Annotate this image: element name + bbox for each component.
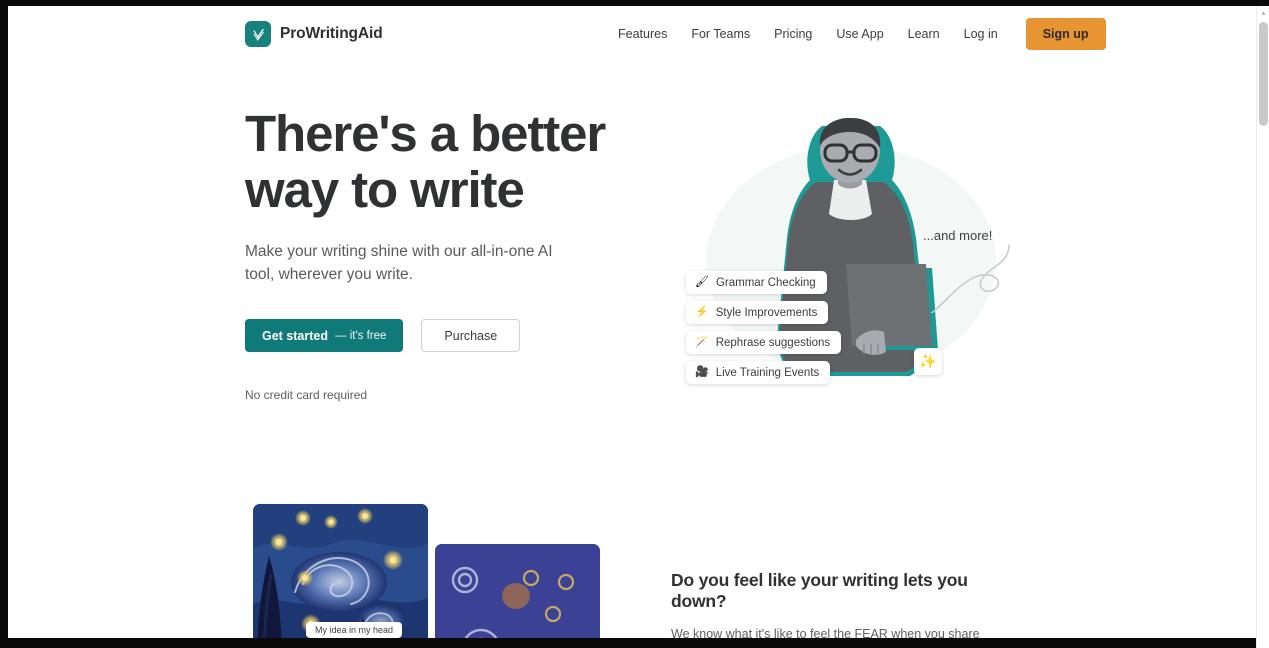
idea-caption-label: My idea in my head [306,622,403,638]
get-started-subtext: — it's free [335,329,387,342]
feature-pill-label: Grammar Checking [715,276,816,289]
simple-drawing-panel [435,544,600,638]
nav-link-pricing[interactable]: Pricing [762,21,824,47]
prowritingaid-logo-icon [245,21,271,47]
scrollbar-thumb[interactable] [1259,22,1268,126]
sign-up-button[interactable]: Sign up [1025,18,1106,50]
hero-illustration: ✨ ...and more! 🖌 Grammar Checking ⚡ Styl… [668,106,1038,436]
purchase-button[interactable]: Purchase [421,319,521,352]
feature-pill-label: Rephrase suggestions [715,336,831,349]
and-more-annotation: ...and more! [923,228,1033,318]
site-header: ProWritingAid Features For Teams Pricing… [8,6,1261,62]
brand-name: ProWritingAid [280,25,383,42]
sparkles-badge-icon: ✨ [914,348,942,375]
writing-lets-you-down-section: My idea in my head Do you feel like your… [8,462,1261,638]
paintbrush-icon: 🖌 [695,276,709,288]
nav-link-features[interactable]: Features [606,21,679,47]
curly-arrow-icon [928,244,1010,316]
starry-night-graphic [253,504,428,638]
feature-pill-label: Style Improvements [715,306,818,319]
hero-copy: There's a better way to write Make your … [245,106,645,402]
feature-pill-grammar-checking: 🖌 Grammar Checking [686,271,827,294]
get-started-button[interactable]: Get started — it's free [245,319,404,352]
and-more-label: ...and more! [923,228,993,243]
feature-pill-list: 🖌 Grammar Checking ⚡ Style Improvements … [686,271,842,384]
feature-pill-live-training-events: 🎥 Live Training Events [686,361,831,384]
section-heading: Do you feel like your writing lets you d… [671,570,968,611]
brand-logo-link[interactable]: ProWritingAid [245,21,383,47]
window-chrome-left [0,0,8,648]
hero-actions: Get started — it's free Purchase [245,319,645,352]
hero-section: There's a better way to write Make your … [8,62,1261,462]
main-navigation: Features For Teams Pricing Use App Learn… [606,18,1106,50]
hero-subheadline: Make your writing shine with our all-in-… [245,243,553,283]
nav-link-learn[interactable]: Learn [896,21,952,47]
browser-window: ProWritingAid Features For Teams Pricing… [0,0,1269,648]
feature-pill-label: Live Training Events [715,366,820,379]
window-chrome-bottom [0,638,1269,648]
nav-link-use-app[interactable]: Use App [824,21,895,47]
lightning-bolt-icon: ⚡ [695,306,709,318]
nav-link-log-in[interactable]: Log in [952,21,1010,47]
page-scrollbar[interactable]: ▲ [1256,6,1269,648]
no-credit-card-note: No credit card required [245,388,368,402]
feature-pill-rephrase-suggestions: 🪄 Rephrase suggestions [686,331,842,354]
feature-pill-style-improvements: ⚡ Style Improvements [686,301,829,324]
magic-wand-icon: 🪄 [695,336,709,348]
video-camera-icon: 🎥 [695,366,709,378]
get-started-label: Get started [262,328,328,343]
starry-night-painting-panel: My idea in my head [253,504,428,638]
page-viewport: ProWritingAid Features For Teams Pricing… [8,6,1261,638]
section-copy: Do you feel like your writing lets you d… [671,570,1016,638]
section-paragraph: We know what it's like to feel the FEAR … [671,627,980,638]
artwork-comparison-group: My idea in my head [245,504,600,638]
nav-link-for-teams[interactable]: For Teams [679,21,762,47]
hero-headline: There's a better way to write [245,105,606,218]
simple-drawing-graphic [435,544,600,638]
scrollbar-up-arrow-icon[interactable]: ▲ [1260,10,1267,17]
